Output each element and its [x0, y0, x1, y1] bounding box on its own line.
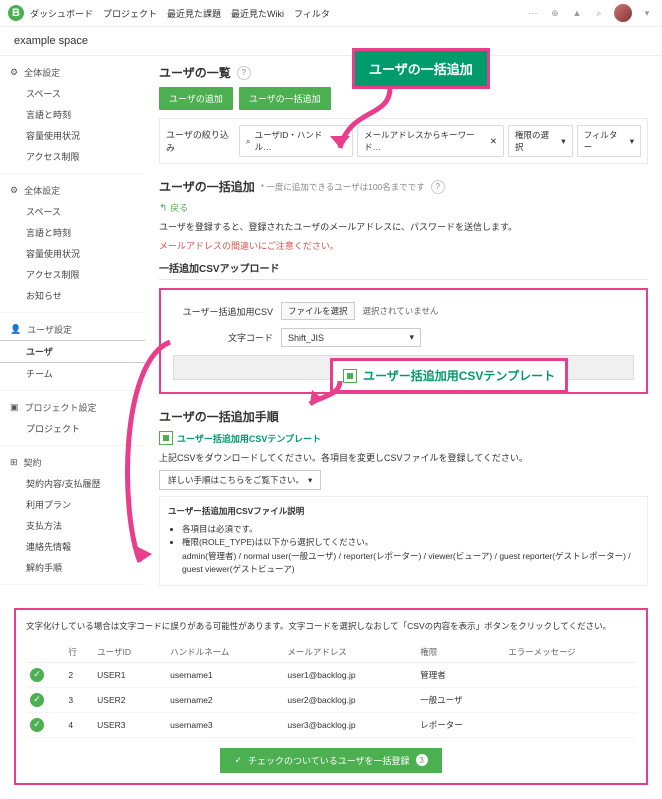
- sidebar-item-usage[interactable]: 容量使用状況: [0, 125, 145, 146]
- sidebar-item-space[interactable]: スペース: [0, 83, 145, 104]
- cell-error: [504, 687, 636, 712]
- row-check-icon[interactable]: ✓: [30, 693, 44, 707]
- sidebar-item-lang[interactable]: 言語と時刻: [0, 104, 145, 125]
- bulk-note1: ユーザを登録すると、登録されたユーザのメールアドレスに、パスワードを送信します。: [159, 220, 648, 233]
- table-row: ✓ 2USER1username1user1@backlog.jp管理者: [26, 662, 636, 687]
- row-check-icon[interactable]: ✓: [30, 668, 44, 682]
- sidebar-item-access[interactable]: アクセス制限: [0, 146, 145, 167]
- annotation-arrow-1: [300, 78, 420, 178]
- table-note: 文字化けしている場合は文字コードに誤りがある可能性があります。文字コードを選択し…: [26, 620, 636, 632]
- bulk-add-title: ユーザの一括追加: [159, 178, 255, 195]
- bulk-subtitle: * 一度に追加できるユーザは100名までです: [261, 181, 425, 193]
- csv-desc-bullet2: 権限(ROLE_TYPE)は以下から選択してください。admin(管理者) / …: [182, 536, 639, 577]
- tag-icon: ⊞: [10, 457, 18, 468]
- table-row: ✓ 4USER3username3user3@backlog.jpレポーター: [26, 712, 636, 737]
- sidebar-head-global2[interactable]: ⚙全体設定: [0, 180, 145, 201]
- cell-error: [504, 712, 636, 737]
- help-icon[interactable]: ?: [237, 66, 251, 80]
- cell-role: レポーター: [416, 712, 504, 737]
- nav-recent-wiki[interactable]: 最近見たWiki: [231, 7, 284, 20]
- check-icon: ✓: [234, 755, 242, 766]
- cell-handle: username3: [166, 712, 283, 737]
- sidebar-head-global1[interactable]: ⚙全体設定: [0, 62, 145, 83]
- cell-userid: USER3: [93, 712, 166, 737]
- cell-userid: USER2: [93, 687, 166, 712]
- upload-heading: 一括追加CSVアップロード: [159, 260, 648, 280]
- csv-template-link[interactable]: ユーザー括追加用CSVテンプレート: [159, 431, 648, 445]
- app-logo[interactable]: B: [8, 5, 24, 21]
- topbar: B ダッシュボード プロジェクト 最近見た課題 最近見たWiki フィルタ ⋯ …: [0, 0, 662, 27]
- cell-userid: USER1: [93, 662, 166, 687]
- col-handle: ハンドルネーム: [166, 642, 283, 663]
- encoding-select[interactable]: Shift_JIS▾: [281, 328, 421, 347]
- user-icon: 👤: [10, 324, 21, 335]
- csv-preview-table: 行 ユーザID ハンドルネーム メールアドレス 権限 エラーメッセージ ✓ 2US…: [26, 642, 636, 738]
- nav-project[interactable]: プロジェクト: [103, 7, 157, 20]
- nav-dashboard[interactable]: ダッシュボード: [30, 7, 93, 20]
- annotation-arrow-2: [90, 332, 190, 582]
- avatar[interactable]: [614, 4, 632, 22]
- plus-icon[interactable]: ⊕: [548, 6, 562, 20]
- csv-desc-head: ユーザー括追加用CSVファイル説明: [168, 505, 639, 519]
- csv-desc-bullet1: 各項目は必須です。: [182, 523, 639, 537]
- gear-icon: ⚙: [10, 185, 18, 196]
- cell-row: 3: [64, 687, 93, 712]
- chevron-down-icon: ▾: [409, 332, 414, 343]
- more-icon[interactable]: ⋯: [526, 6, 540, 20]
- col-row: 行: [64, 642, 93, 663]
- gear-icon: ⚙: [10, 67, 18, 78]
- back-arrow-icon: ↰: [159, 203, 170, 214]
- callout-csv-template: ユーザー括追加用CSVテンプレート: [330, 358, 568, 393]
- count-badge: 3: [416, 754, 428, 766]
- csv-desc-box: ユーザー括追加用CSVファイル説明 各項目は必須です。 権限(ROLE_TYPE…: [159, 496, 648, 586]
- file-none-text: 選択されていません: [363, 305, 439, 317]
- sidebar-item-access2[interactable]: アクセス制限: [0, 264, 145, 285]
- space-name: example space: [0, 27, 662, 56]
- nav-filter[interactable]: フィルタ: [294, 7, 330, 20]
- cell-role: 管理者: [416, 662, 504, 687]
- role-select[interactable]: 権限の選択▾: [508, 125, 573, 157]
- col-error: エラーメッセージ: [504, 642, 636, 663]
- table-row: ✓ 3USER2username2user2@backlog.jp一般ユーザ: [26, 687, 636, 712]
- steps-section: ユーザの一括追加手順 ユーザー括追加用CSVテンプレート 上記CSVをダウンロー…: [159, 408, 648, 586]
- chevron-down-icon[interactable]: ▾: [640, 6, 654, 20]
- box-icon: ▣: [10, 402, 19, 413]
- user-list-title: ユーザの一覧: [159, 64, 231, 81]
- cell-handle: username1: [166, 662, 283, 687]
- cell-row: 4: [64, 712, 93, 737]
- cell-handle: username2: [166, 687, 283, 712]
- cell-error: [504, 662, 636, 687]
- csv-preview-card: 文字化けしている場合は文字コードに誤りがある可能性があります。文字コードを選択し…: [14, 608, 648, 785]
- file-select-button[interactable]: ファイルを選択: [281, 302, 355, 320]
- cell-mail: user2@backlog.jp: [283, 687, 416, 712]
- bulk-note-warning: メールアドレスの間違いにご注意ください。: [159, 239, 648, 252]
- cell-mail: user3@backlog.jp: [283, 712, 416, 737]
- sidebar-item-usage2[interactable]: 容量使用状況: [0, 243, 145, 264]
- col-mail: メールアドレス: [283, 642, 416, 663]
- bell-icon[interactable]: ▲: [570, 6, 584, 20]
- chevron-down-icon: ▾: [308, 475, 312, 486]
- col-check: [26, 642, 64, 663]
- filter-label: ユーザの絞り込み: [166, 128, 235, 154]
- sidebar-item-space2[interactable]: スペース: [0, 201, 145, 222]
- search-icon[interactable]: ⌕: [592, 6, 606, 20]
- back-link[interactable]: 戻る: [170, 203, 188, 213]
- sidebar-item-lang2[interactable]: 言語と時刻: [0, 222, 145, 243]
- top-nav: ダッシュボード プロジェクト 最近見た課題 最近見たWiki フィルタ: [30, 7, 330, 20]
- sidebar-item-news[interactable]: お知らせ: [0, 285, 145, 306]
- cell-mail: user1@backlog.jp: [283, 662, 416, 687]
- col-role: 権限: [416, 642, 504, 663]
- csv-label: ユーザー括追加用CSV: [173, 305, 273, 318]
- nav-recent-issues[interactable]: 最近見た課題: [167, 7, 221, 20]
- add-user-button[interactable]: ユーザの追加: [159, 87, 233, 110]
- cell-role: 一般ユーザ: [416, 687, 504, 712]
- cell-row: 2: [64, 662, 93, 687]
- filter-button[interactable]: フィルター▾: [577, 125, 641, 157]
- row-check-icon[interactable]: ✓: [30, 718, 44, 732]
- bulk-register-button[interactable]: ✓ チェックのついているユーザを一括登録 3: [220, 748, 441, 773]
- help-icon[interactable]: ?: [431, 180, 445, 194]
- steps-desc: 上記CSVをダウンロードしてください。各項目を変更しCSVファイルを登録してくだ…: [159, 451, 648, 464]
- col-userid: ユーザID: [93, 642, 166, 663]
- annotation-arrow-3: [300, 376, 350, 416]
